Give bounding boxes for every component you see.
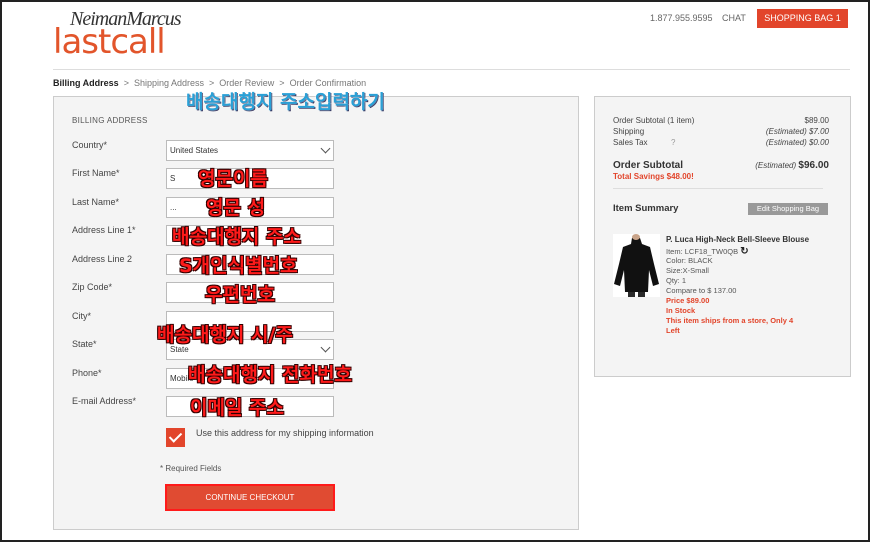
product-stock-status: In Stock [666, 306, 696, 315]
annotation-email: 이메일 주소 [190, 397, 285, 419]
refresh-icon: ↻ [740, 246, 749, 257]
sales-tax-value: (Estimated) $0.00 [765, 138, 829, 147]
product-ships-note-cont: Left [666, 326, 680, 335]
required-fields-note: * Required Fields [160, 464, 222, 473]
shipping-same-checkbox[interactable] [166, 428, 185, 447]
item-summary-title: Item Summary [613, 203, 679, 214]
total-savings: Total Savings $48.00! [613, 172, 694, 181]
state-label: State* [72, 339, 97, 349]
sales-tax-label: Sales Tax [613, 138, 648, 147]
annotation-title: 배송대행지 주소입력하기 [186, 91, 385, 113]
product-price: Price $89.00 [666, 296, 710, 305]
address-line2-label: Address Line 2 [72, 254, 133, 264]
city-label: City* [72, 311, 92, 321]
annotation-phone: 배송대행지 전화번호 [188, 364, 352, 386]
product-qty: Qty: 1 [666, 276, 687, 285]
annotation-address1: 배송대행지 주소 [172, 226, 301, 248]
order-subtotal-estimated: (Estimated) [755, 161, 797, 170]
annotation-zip: 우편번호 [205, 284, 275, 306]
help-icon[interactable]: ? [671, 138, 675, 147]
subtotal-label: Order Subtotal (1 item) [613, 116, 695, 125]
billing-section-title: BILLING ADDRESS [72, 116, 148, 125]
breadcrumb-billing-address: Billing Address [53, 78, 119, 88]
annotation-first-name: 영문이름 [198, 168, 268, 190]
frame-border-left [0, 0, 2, 542]
zip-code-label: Zip Code* [72, 282, 113, 292]
header-divider [53, 69, 850, 70]
frame-border-top [0, 0, 870, 2]
phone-number: 1.877.955.9595 [650, 13, 713, 23]
subtotal-value: $89.00 [804, 116, 829, 125]
product-color: Color: BLACK [666, 256, 713, 265]
order-subtotal-total: (Estimated) $96.00 [690, 160, 829, 171]
product-image[interactable] [613, 234, 660, 297]
chevron-down-icon [320, 342, 331, 353]
country-value: United States [170, 146, 219, 155]
first-name-label: First Name* [72, 168, 120, 178]
annotation-last-name: 영문 성 [206, 197, 266, 219]
chevron-down-icon [320, 143, 331, 154]
summary-divider [613, 188, 823, 189]
annotation-city-state: 배송대행지 시/주 [157, 324, 293, 346]
address-line1-label: Address Line 1* [72, 225, 136, 235]
continue-checkout-button[interactable]: CONTINUE CHECKOUT [165, 484, 335, 511]
last-name-label: Last Name* [72, 197, 120, 207]
product-compare-price: Compare to $ 137.00 [666, 286, 737, 295]
email-label: E-mail Address* [72, 396, 137, 406]
product-title[interactable]: P. Luca High-Neck Bell-Sleeve Blouse [666, 235, 809, 244]
phone-label: Phone* [72, 368, 102, 378]
product-item-text: Item: LCF18_TW0QB [666, 247, 739, 256]
shopping-bag-button[interactable]: SHOPPING BAG 1 [757, 9, 848, 28]
shipping-value: (Estimated) $7.00 [765, 127, 829, 136]
shipping-label: Shipping [613, 127, 645, 136]
edit-shopping-bag-button[interactable]: Edit Shopping Bag [748, 203, 828, 215]
order-subtotal-label: Order Subtotal [613, 160, 684, 171]
product-size: Size:X-Small [666, 266, 709, 275]
country-label: Country* [72, 140, 108, 150]
country-select[interactable]: United States [166, 140, 334, 161]
product-ships-note: This item ships from a store, Only 4 [666, 316, 794, 325]
logo-lastcall[interactable]: lastcall [53, 22, 166, 62]
annotation-address2: S개인식별번호 [179, 255, 298, 277]
shipping-same-label: Use this address for my shipping informa… [196, 428, 374, 438]
order-subtotal-value: $96.00 [798, 160, 829, 171]
chat-link[interactable]: CHAT [722, 13, 746, 23]
